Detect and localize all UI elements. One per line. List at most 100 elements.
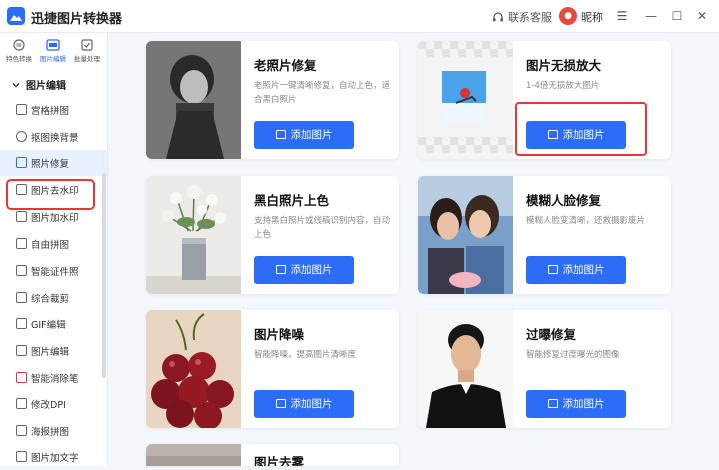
- close-icon[interactable]: ✕: [692, 6, 712, 26]
- card-title: 图片去雾: [254, 455, 305, 466]
- maximize-icon[interactable]: ☐: [667, 6, 687, 26]
- image-icon: [275, 399, 286, 408]
- sidebar-item-label: 自由拼图: [31, 240, 70, 251]
- add-image-label: 添加图片: [562, 264, 605, 276]
- image-icon: [275, 265, 286, 274]
- add-image-button[interactable]: 添加图片: [254, 256, 354, 284]
- eraser-icon: [16, 372, 27, 383]
- upscale-thumbnail: [418, 41, 513, 159]
- sidebar-item-add-text[interactable]: 图片加文字: [0, 444, 107, 470]
- add-image-label: 添加图片: [290, 398, 333, 410]
- title-bar: 迅捷图片转换器 联系客服 ● 昵称 ☰ — ☐ ✕: [0, 0, 719, 33]
- sidebar-item-label: 综合裁剪: [31, 294, 70, 305]
- batch-icon: [81, 39, 93, 51]
- dehaze-thumbnail: [146, 444, 241, 466]
- sidebar-item-image-edit[interactable]: 图片编辑: [0, 338, 107, 364]
- card-old-photo-repair[interactable]: 老照片修复 老照片一键清晰修复，自动上色，适合黑白照片 添加图片: [146, 41, 399, 159]
- image-edit-icon: [46, 39, 60, 51]
- card-colorize[interactable]: 黑白照片上色 支持黑白照片或线稿识别内容，自动上色 添加图片: [146, 176, 399, 294]
- sidebar-item-label: GIF编辑: [31, 320, 66, 331]
- highlight-annotation: [515, 102, 647, 156]
- overexposure-thumbnail: [418, 310, 513, 428]
- sidebar-item-label: 图片编辑: [31, 347, 70, 358]
- add-image-button[interactable]: 添加图片: [254, 390, 354, 418]
- card-title: 模糊人脸修复: [526, 193, 602, 208]
- section-label: 图片编辑: [26, 81, 66, 92]
- menu-icon[interactable]: ☰: [612, 6, 632, 26]
- add-image-button[interactable]: 添加图片: [526, 390, 626, 418]
- sidebar-item-label: 海报拼图: [31, 427, 70, 438]
- image-icon: [547, 399, 558, 408]
- image-edit-icon: [16, 345, 27, 356]
- sidebar-item-grid-collage[interactable]: 宫格拼图: [0, 97, 107, 123]
- app-logo-icon: [7, 7, 25, 25]
- add-image-button[interactable]: 添加图片: [254, 121, 354, 149]
- sidebar-item-label: 图片加文字: [31, 453, 79, 464]
- card-title: 黑白照片上色: [254, 193, 330, 208]
- sidebar-item-photo-repair[interactable]: 照片修复: [0, 150, 107, 176]
- sidebar-item-eraser[interactable]: 智能消除笔: [0, 365, 107, 391]
- face-repair-thumbnail: [418, 176, 513, 294]
- card-denoise[interactable]: 图片降噪 智能降噪，提高图片清晰度 添加图片: [146, 310, 399, 428]
- denoise-thumbnail: [146, 310, 241, 428]
- grid-icon: [16, 104, 27, 115]
- tab-batch[interactable]: 批量处理: [70, 39, 104, 63]
- card-description: 智能修复过度曝光的图像: [526, 350, 620, 360]
- sidebar-item-crop[interactable]: 综合裁剪: [0, 285, 107, 311]
- sidebar-item-cutout[interactable]: 抠图换背景: [0, 124, 107, 150]
- card-description: 1-4倍无损放大图片: [526, 81, 600, 91]
- tab-special-convert-label: 特色转换: [6, 55, 32, 63]
- card-title: 图片无损放大: [526, 58, 602, 73]
- highlight-annotation: [6, 179, 95, 210]
- cutout-icon: [16, 131, 27, 142]
- id-photo-icon: [16, 265, 27, 276]
- add-image-label: 添加图片: [290, 264, 333, 276]
- sidebar-item-free-collage[interactable]: 自由拼图: [0, 231, 107, 257]
- sidebar-item-label: 宫格拼图: [31, 106, 70, 117]
- sidebar-item-gif-edit[interactable]: GIF编辑: [0, 311, 107, 337]
- card-overexposure-repair[interactable]: 过曝修复 智能修复过度曝光的图像 添加图片: [418, 310, 671, 428]
- nickname[interactable]: 昵称: [581, 9, 603, 25]
- card-face-repair[interactable]: 模糊人脸修复 模糊人脸变清晰，还救摄影废片 添加图片: [418, 176, 671, 294]
- photo-repair-icon: [16, 157, 27, 168]
- card-title: 图片降噪: [254, 327, 305, 342]
- colorize-thumbnail: [146, 176, 241, 294]
- crop-icon: [16, 292, 27, 303]
- sidebar-item-label: 图片加水印: [31, 213, 79, 224]
- minimize-icon[interactable]: —: [641, 6, 661, 26]
- sidebar-item-dpi[interactable]: 修改DPI: [0, 391, 107, 417]
- sidebar-item-poster[interactable]: 海报拼图: [0, 418, 107, 444]
- add-text-icon: [16, 451, 27, 462]
- sidebar-item-label: 照片修复: [31, 159, 70, 170]
- card-description: 智能降噪，提高图片清晰度: [254, 350, 357, 360]
- contact-service-label: 联系客服: [508, 11, 552, 24]
- tab-image-edit[interactable]: 图片编辑: [36, 39, 70, 63]
- convert-icon: [13, 39, 25, 51]
- sidebar: 特色转换 图片编辑 批量处理 图片编辑 宫格拼图 抠图换背景 照片修复 图片去水…: [0, 33, 108, 466]
- add-image-button[interactable]: 添加图片: [526, 256, 626, 284]
- card-title: 老照片修复: [254, 58, 317, 73]
- headset-icon: [493, 12, 503, 22]
- sidebar-item-id-photo[interactable]: 智能证件照: [0, 258, 107, 284]
- tab-image-edit-label: 图片编辑: [40, 55, 66, 63]
- tab-special-convert[interactable]: 特色转换: [2, 39, 36, 63]
- image-icon: [547, 265, 558, 274]
- card-dehaze[interactable]: 图片去雾: [146, 444, 399, 466]
- sidebar-scrollbar[interactable]: [102, 173, 106, 378]
- sidebar-item-label: 抠图换背景: [31, 133, 79, 144]
- mode-tabs: 特色转换 图片编辑 批量处理: [0, 33, 107, 69]
- add-image-label: 添加图片: [562, 398, 605, 410]
- section-image-edit[interactable]: 图片编辑: [12, 77, 66, 92]
- add-watermark-icon: [16, 211, 27, 222]
- add-image-label: 添加图片: [290, 129, 333, 141]
- old-photo-thumbnail: [146, 41, 241, 159]
- image-icon: [275, 130, 286, 139]
- poster-icon: [16, 425, 27, 436]
- chevron-down-icon: [12, 83, 20, 88]
- contact-service-button[interactable]: 联系客服: [492, 9, 552, 25]
- avatar[interactable]: ●: [559, 7, 577, 25]
- collage-icon: [16, 238, 27, 249]
- app-title: 迅捷图片转换器: [31, 12, 123, 27]
- dpi-icon: [16, 398, 27, 409]
- gif-icon: [16, 318, 27, 329]
